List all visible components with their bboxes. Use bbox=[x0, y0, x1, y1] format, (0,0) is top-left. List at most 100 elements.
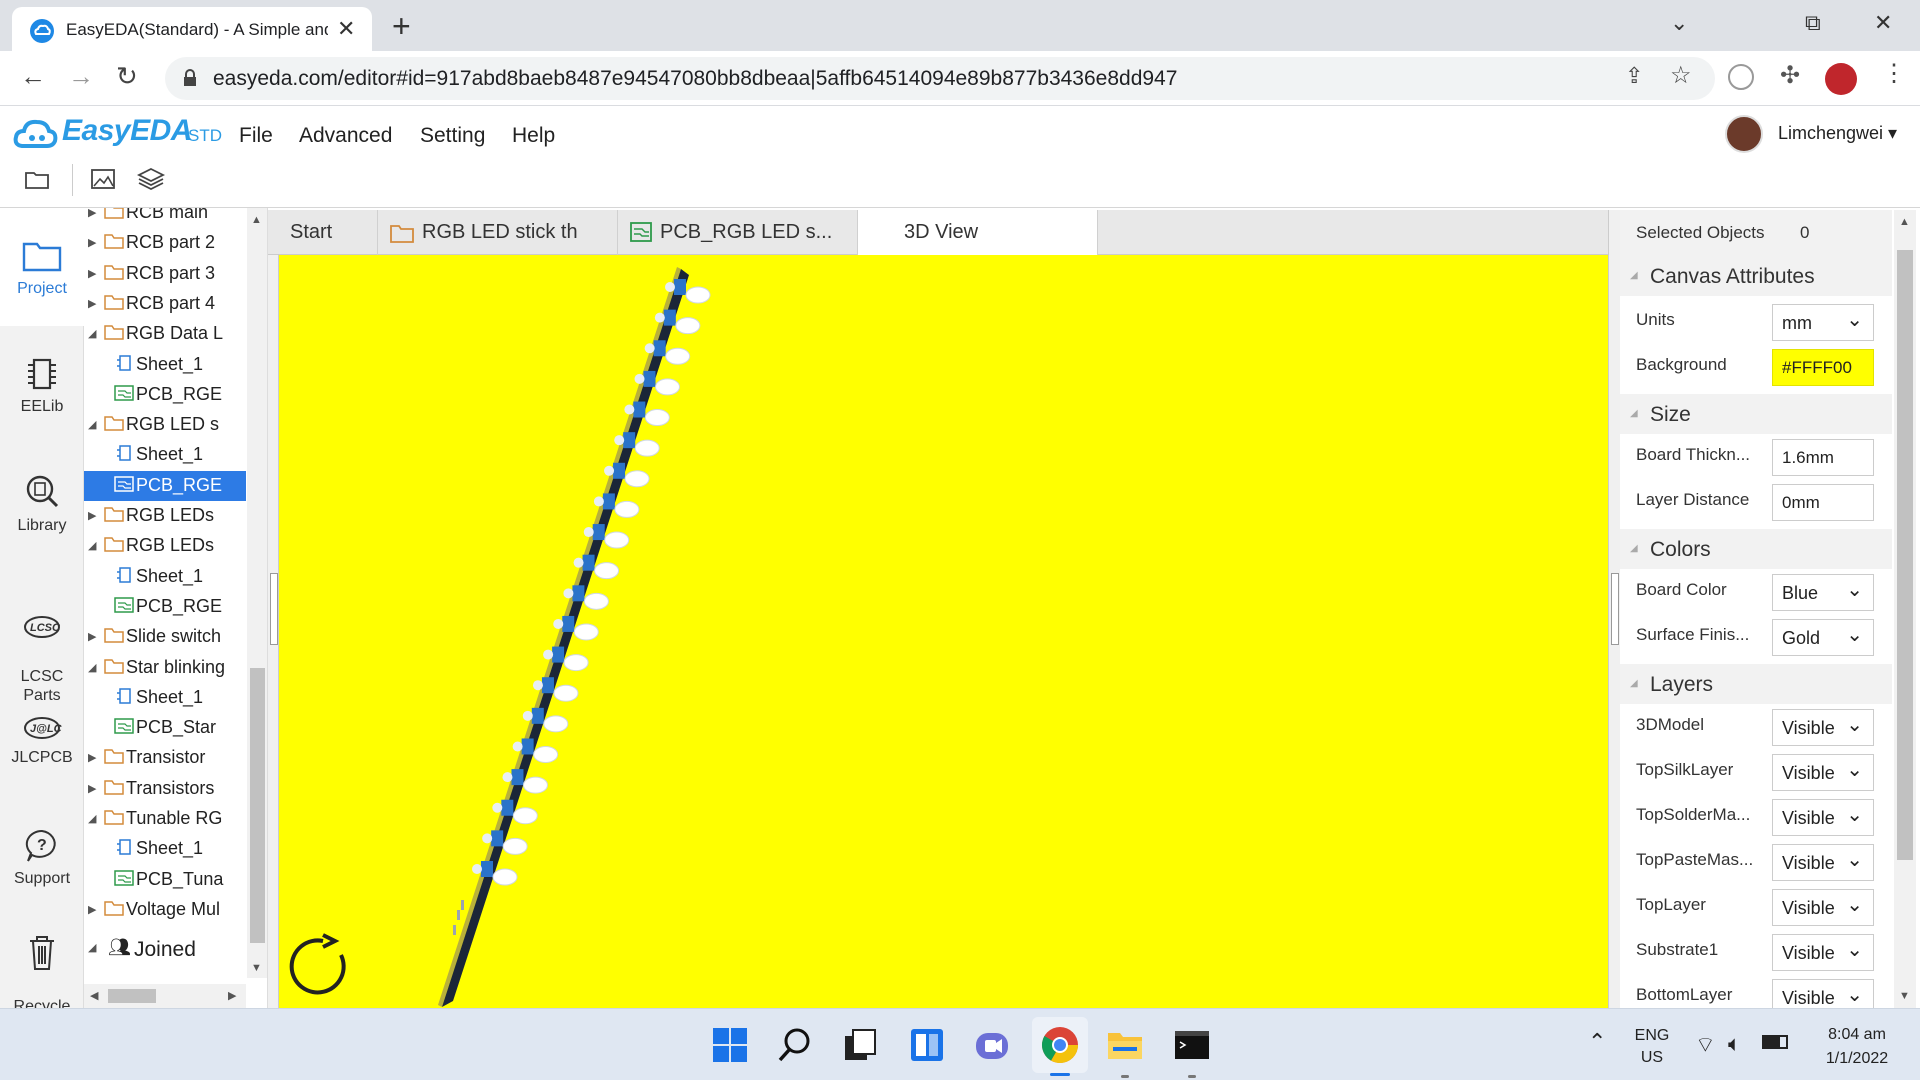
nav-support[interactable]: ? Support bbox=[0, 828, 84, 888]
expand-arrow-icon[interactable]: ▶ bbox=[88, 236, 96, 249]
tray-overflow-icon[interactable]: ⌃ bbox=[1588, 1029, 1606, 1055]
tab-pcb[interactable]: PCB_RGB LED s... bbox=[618, 210, 858, 255]
tree-item[interactable]: ▶ Transistors bbox=[84, 774, 246, 804]
tree-hscroll-thumb[interactable] bbox=[108, 989, 156, 1003]
file-explorer-icon[interactable] bbox=[1105, 1025, 1145, 1065]
expand-arrow-icon[interactable]: ▶ bbox=[88, 630, 96, 643]
puzzle-extensions-icon[interactable]: ✣ bbox=[1780, 61, 1800, 90]
bookmark-star-icon[interactable]: ☆ bbox=[1670, 61, 1692, 90]
chrome-icon[interactable] bbox=[1040, 1025, 1080, 1065]
tab-start[interactable]: Start bbox=[268, 210, 378, 255]
board-color-select[interactable]: Blue bbox=[1772, 574, 1874, 611]
nav-jlcpcb[interactable]: J@LC JLCPCB bbox=[0, 713, 84, 767]
back-arrow-icon[interactable]: ← bbox=[20, 61, 46, 92]
panel-scroll-thumb[interactable] bbox=[1897, 250, 1913, 860]
tree-item[interactable]: ▶ Slide switch bbox=[84, 622, 246, 652]
tree-item[interactable]: Sheet_1 bbox=[84, 834, 246, 864]
collapse-right-handle[interactable] bbox=[1611, 573, 1619, 645]
tree-scroll-thumb[interactable] bbox=[250, 668, 265, 943]
tree-item[interactable]: PCB_Star bbox=[84, 713, 246, 743]
scroll-right-icon[interactable]: ▶ bbox=[228, 989, 236, 1002]
scroll-down-icon[interactable]: ▼ bbox=[251, 962, 262, 974]
tree-item[interactable]: PCB_Tuna bbox=[84, 865, 246, 895]
layer-distance-input[interactable]: 0mm bbox=[1772, 484, 1874, 521]
expand-arrow-icon[interactable]: ▶ bbox=[88, 297, 96, 310]
layer-visibility-select[interactable]: Visible bbox=[1772, 979, 1874, 1008]
expand-arrow-icon[interactable]: ▶ bbox=[88, 751, 96, 764]
layer-visibility-select[interactable]: Visible bbox=[1772, 754, 1874, 791]
nav-project[interactable]: Project bbox=[0, 238, 84, 298]
restore-window-icon[interactable]: ⧉ bbox=[1805, 10, 1821, 36]
close-window-icon[interactable]: ✕ bbox=[1874, 10, 1892, 36]
forward-arrow-icon[interactable]: → bbox=[68, 61, 94, 92]
collapse-left-handle[interactable] bbox=[270, 573, 278, 645]
background-color-field[interactable]: #FFFF00 bbox=[1772, 349, 1874, 386]
tree-item[interactable]: ◢ RGB LED s bbox=[84, 410, 246, 440]
language-indicator[interactable]: ENG US bbox=[1630, 1025, 1674, 1069]
tree-item[interactable]: ◢ Star blinking bbox=[84, 653, 246, 683]
tree-item[interactable]: PCB_RGE bbox=[84, 380, 246, 410]
tree-vertical-scrollbar[interactable]: ▲ ▼ bbox=[247, 208, 267, 978]
scroll-down-icon[interactable]: ▼ bbox=[1899, 990, 1910, 1002]
tree-item[interactable]: ▶ RCB part 4 bbox=[84, 289, 246, 319]
tree-item[interactable]: ▶ RCB part 3 bbox=[84, 259, 246, 289]
section-layers[interactable]: ◢ Layers bbox=[1620, 664, 1892, 704]
nav-eelib[interactable]: EELib bbox=[0, 356, 84, 416]
tree-item[interactable]: ▶ RGB LEDs bbox=[84, 501, 246, 531]
reset-view-icon[interactable] bbox=[289, 933, 357, 1001]
menu-file[interactable]: File bbox=[239, 124, 273, 148]
board-thickness-input[interactable]: 1.6mm bbox=[1772, 439, 1874, 476]
terminal-icon[interactable] bbox=[1172, 1025, 1212, 1065]
clock[interactable]: 8:04 am 1/1/2022 bbox=[1812, 1023, 1902, 1071]
section-canvas-attributes[interactable]: ◢ Canvas Attributes bbox=[1620, 256, 1892, 296]
user-avatar[interactable] bbox=[1725, 115, 1763, 153]
widgets-icon[interactable] bbox=[907, 1025, 947, 1065]
layers-icon[interactable] bbox=[136, 164, 166, 194]
tree-item[interactable]: ▶ Voltage Mul bbox=[84, 895, 246, 925]
address-bar[interactable]: easyeda.com/editor#id=917abd8baeb8487e94… bbox=[165, 57, 1715, 100]
collapse-arrow-icon[interactable]: ◢ bbox=[88, 539, 96, 552]
collapse-arrow-icon[interactable]: ◢ bbox=[88, 327, 96, 340]
tab-3d-view[interactable]: 3D View bbox=[858, 210, 1098, 255]
menu-help[interactable]: Help bbox=[512, 124, 555, 148]
browser-tab[interactable]: EasyEDA(Standard) - A Simple and Powerfu… bbox=[12, 7, 372, 51]
collapse-arrow-icon[interactable]: ◢ bbox=[88, 418, 96, 431]
tree-item[interactable]: ◢ RGB Data L bbox=[84, 319, 246, 349]
expand-arrow-icon[interactable]: ▶ bbox=[88, 208, 96, 219]
3d-view-canvas[interactable] bbox=[279, 255, 1608, 1008]
tree-item[interactable]: PCB_RGE bbox=[84, 592, 246, 622]
pcb-3d-model[interactable] bbox=[279, 255, 1608, 1008]
nav-library[interactable]: Library bbox=[0, 473, 84, 535]
lock-icon[interactable] bbox=[183, 69, 197, 87]
browser-menu-icon[interactable]: ⋮ bbox=[1882, 59, 1906, 88]
tab-project-rgb-led-stick[interactable]: RGB LED stick th bbox=[378, 210, 618, 255]
menu-advanced[interactable]: Advanced bbox=[299, 124, 392, 148]
tab-close-icon[interactable]: ✕ bbox=[337, 16, 355, 42]
extension-icon[interactable] bbox=[1728, 64, 1754, 90]
expand-arrow-icon[interactable]: ▶ bbox=[88, 782, 96, 795]
tree-joined-group[interactable]: ◢ 👥︎ Joined bbox=[84, 931, 246, 965]
tree-item[interactable]: ◢ Tunable RG bbox=[84, 804, 246, 834]
share-icon[interactable]: ⇪ bbox=[1625, 63, 1643, 89]
units-select[interactable]: mm bbox=[1772, 304, 1874, 341]
tree-item[interactable]: ◢ RGB LEDs bbox=[84, 531, 246, 561]
scroll-left-icon[interactable]: ◀ bbox=[90, 989, 98, 1002]
left-splitter[interactable] bbox=[268, 255, 279, 1008]
tree-item[interactable]: Sheet_1 bbox=[84, 683, 246, 713]
user-menu[interactable]: Limchengwei ▾ bbox=[1778, 123, 1897, 144]
expand-arrow-icon[interactable]: ◢ bbox=[88, 941, 96, 954]
nav-lcsc-parts[interactable]: LCSC LCSC Parts bbox=[0, 593, 84, 705]
reload-icon[interactable]: ↻ bbox=[116, 61, 138, 92]
layer-visibility-select[interactable]: Visible bbox=[1772, 799, 1874, 836]
search-icon[interactable] bbox=[775, 1025, 815, 1065]
layer-visibility-select[interactable]: Visible bbox=[1772, 889, 1874, 926]
tree-horizontal-scrollbar[interactable]: ◀ ▶ bbox=[84, 984, 246, 1008]
tree-item[interactable]: ▶ Transistor bbox=[84, 743, 246, 773]
teams-chat-icon[interactable] bbox=[972, 1025, 1012, 1065]
scroll-up-icon[interactable]: ▲ bbox=[1899, 216, 1910, 228]
tab-search-icon[interactable]: ⌄ bbox=[1670, 10, 1688, 36]
right-splitter[interactable] bbox=[1608, 210, 1620, 1008]
battery-icon[interactable] bbox=[1762, 1035, 1788, 1049]
url-text[interactable]: easyeda.com/editor#id=917abd8baeb8487e94… bbox=[213, 67, 1177, 91]
collapse-arrow-icon[interactable]: ◢ bbox=[88, 812, 96, 825]
